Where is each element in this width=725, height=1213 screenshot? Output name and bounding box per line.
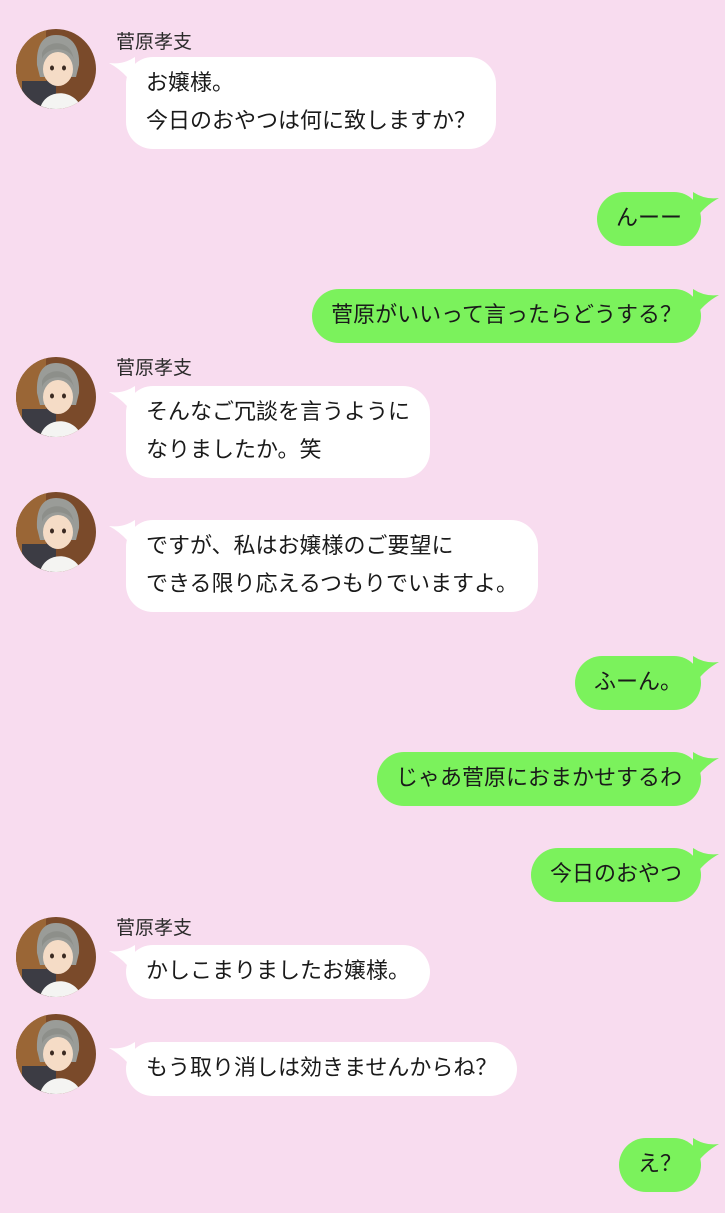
message-bubble-outgoing[interactable]: 今日のおやつ <box>530 848 719 902</box>
contact-name: 菅原孝支 <box>116 31 193 53</box>
bubble-tail <box>109 945 135 975</box>
bubble-tail <box>109 57 135 87</box>
message-bubble-outgoing[interactable]: 菅原がいいって言ったらどうする？ <box>312 289 719 343</box>
message-text: ふーん。 <box>593 670 682 695</box>
message-text: お嬢様。 <box>146 71 235 96</box>
message-text: 菅原がいいって言ったらどうする？ <box>331 303 682 328</box>
contact-avatar[interactable] <box>16 917 96 997</box>
contact-avatar[interactable] <box>16 492 96 572</box>
message-text: もう取り消しは効きませんからね？ <box>146 1056 498 1081</box>
message-text: じゃあ菅原におまかせするわ <box>395 766 682 791</box>
message-text: 今日のおやつ <box>549 862 682 887</box>
bubble-tail <box>109 520 135 550</box>
contact-avatar[interactable] <box>16 29 96 109</box>
message-bubble-outgoing[interactable]: え？ <box>618 1138 719 1192</box>
message-text: え？ <box>637 1152 682 1177</box>
message-text: んーー <box>615 206 682 231</box>
message-bubble-incoming[interactable]: お嬢様。 今日のおやつは何に致しますか？ <box>109 57 497 149</box>
bubble-tail <box>693 1138 719 1168</box>
contact-name: 菅原孝支 <box>116 357 193 379</box>
message-text: ですが、私はお嬢様のご要望に <box>146 534 454 559</box>
contact-avatar[interactable] <box>16 357 96 437</box>
bubble-tail <box>693 192 719 222</box>
bubble-tail <box>693 848 719 878</box>
message-bubble-outgoing[interactable]: ふーん。 <box>574 656 719 710</box>
message-bubble-outgoing[interactable]: んーー <box>596 192 719 246</box>
bubble-tail <box>693 656 719 686</box>
contact-avatar[interactable] <box>16 1014 96 1094</box>
message-bubble-incoming[interactable]: そんなご冗談を言うように なりましたか。笑 <box>109 386 431 478</box>
message-text: 今日のおやつは何に致しますか？ <box>146 109 477 134</box>
message-bubble-incoming[interactable]: ですが、私はお嬢様のご要望に できる限り応えるつもりでいますよ。 <box>109 520 539 612</box>
message-bubble-outgoing[interactable]: じゃあ菅原におまかせするわ <box>376 752 719 806</box>
bubble-tail <box>109 386 135 416</box>
message-bubble-incoming[interactable]: かしこまりましたお嬢様。 <box>109 945 431 999</box>
message-text: できる限り応えるつもりでいますよ。 <box>146 572 519 597</box>
message-text: そんなご冗談を言うように <box>146 400 411 425</box>
contact-name: 菅原孝支 <box>116 917 193 939</box>
bubble-tail <box>693 289 719 319</box>
bubble-tail <box>109 1042 135 1072</box>
message-bubble-incoming[interactable]: もう取り消しは効きませんからね？ <box>109 1042 518 1096</box>
message-text: かしこまりましたお嬢様。 <box>146 959 411 984</box>
message-text: なりましたか。笑 <box>146 438 322 463</box>
bubble-tail <box>693 752 719 782</box>
